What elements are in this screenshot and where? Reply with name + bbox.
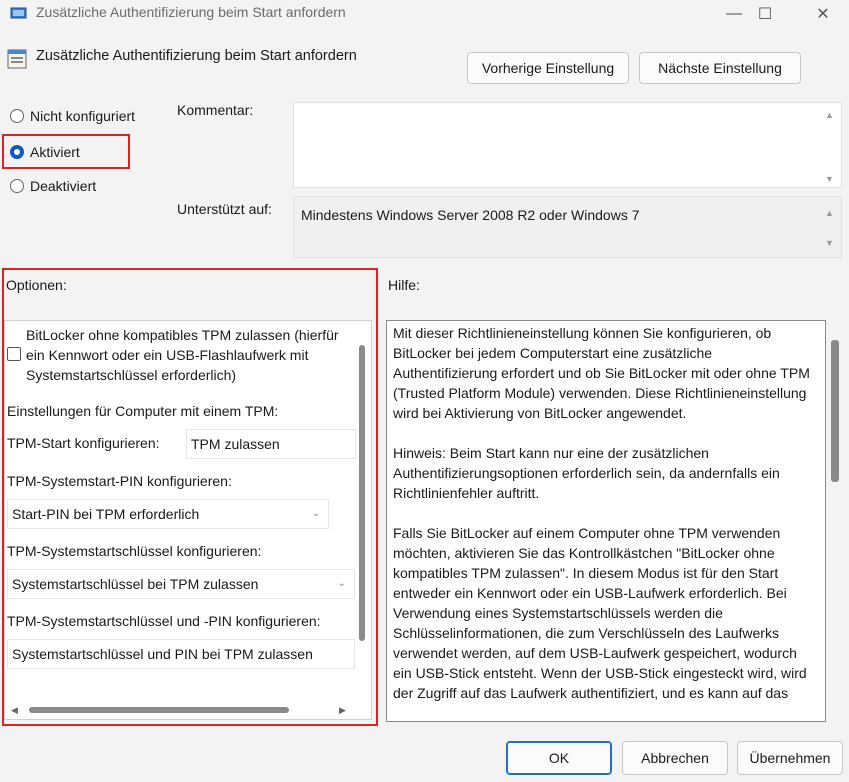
tpm-pin-label: TPM-Systemstart-PIN konfigurieren: <box>7 473 232 489</box>
help-textbox: Mit dieser Richtlinieneinstellung können… <box>386 320 826 722</box>
scroll-up-icon[interactable]: ▲ <box>825 110 834 120</box>
radio-label: Aktiviert <box>30 144 80 160</box>
chevron-down-icon: ⌄ <box>311 508 320 519</box>
help-label: Hilfe: <box>388 277 420 293</box>
help-paragraph: Hinweis: Beim Start kann nur eine der zu… <box>393 445 780 501</box>
scroll-up-icon[interactable]: ▲ <box>825 208 834 218</box>
radio-label: Deaktiviert <box>30 178 97 194</box>
ok-button[interactable]: OK <box>506 741 612 775</box>
checkbox-label-line3: Systemstartschlüssel erforderlich) <box>26 367 237 383</box>
scroll-left-icon[interactable]: ◀ <box>11 705 18 716</box>
radio-circle-icon <box>10 109 24 123</box>
maximize-button[interactable]: ☐ <box>742 0 788 28</box>
options-label: Optionen: <box>6 277 67 293</box>
comment-textarea[interactable] <box>293 102 842 188</box>
policy-window-icon <box>10 7 27 19</box>
tpm-key-label: TPM-Systemstartschlüssel konfigurieren: <box>7 543 262 559</box>
radio-label: Nicht konfiguriert <box>30 108 136 124</box>
close-icon: ✕ <box>816 6 830 23</box>
previous-setting-button[interactable]: Vorherige Einstellung <box>467 52 629 84</box>
tpm-keypin-dropdown[interactable]: Systemstartschlüssel und PIN bei TPM zul… <box>7 639 355 669</box>
help-text: Mit dieser Richtlinieneinstellung können… <box>393 323 813 721</box>
tpm-key-value: Systemstartschlüssel bei TPM zulassen <box>12 576 259 592</box>
options-panel: BitLocker ohne kompatibles TPM zulassen … <box>4 320 372 720</box>
radio-disabled[interactable]: Deaktiviert <box>10 178 96 194</box>
supported-value: Mindestens Windows Server 2008 R2 oder W… <box>301 207 640 223</box>
tpm-pin-dropdown[interactable]: Start-PIN bei TPM erforderlich ⌄ <box>7 499 329 529</box>
radio-enabled[interactable]: Aktiviert <box>10 144 80 160</box>
help-paragraph: Falls Sie BitLocker auf einem Computer o… <box>393 525 807 701</box>
tpm-pin-value: Start-PIN bei TPM erforderlich <box>12 506 200 522</box>
help-paragraph: Mit dieser Richtlinieneinstellung können… <box>393 325 810 421</box>
apply-button[interactable]: Übernehmen <box>737 741 843 775</box>
radio-circle-icon <box>10 179 24 193</box>
options-vertical-scrollbar[interactable] <box>359 345 365 641</box>
options-horizontal-scrollbar[interactable] <box>29 707 289 713</box>
scroll-down-icon[interactable]: ▼ <box>825 238 834 248</box>
supported-box: Mindestens Windows Server 2008 R2 oder W… <box>293 196 842 258</box>
tpm-keypin-value: Systemstartschlüssel und PIN bei TPM zul… <box>12 646 313 662</box>
scroll-down-icon[interactable]: ▼ <box>825 174 834 184</box>
radio-selected-icon <box>10 145 24 159</box>
comment-label: Kommentar: <box>177 102 254 118</box>
maximize-icon: ☐ <box>757 6 773 23</box>
checkbox-label-line2: ein Kennwort oder ein USB-Flashlaufwerk … <box>26 347 309 363</box>
supported-label: Unterstützt auf: <box>177 201 272 217</box>
tpm-key-dropdown[interactable]: Systemstartschlüssel bei TPM zulassen ⌄ <box>7 569 355 599</box>
minimize-icon: — <box>726 5 742 22</box>
cancel-button[interactable]: Abbrechen <box>622 741 728 775</box>
checkbox-label-line1: BitLocker ohne kompatibles TPM zulassen … <box>26 327 339 343</box>
window-title: Zusätzliche Authentifizierung beim Start… <box>36 4 346 20</box>
help-vertical-scrollbar[interactable] <box>831 340 839 482</box>
tpm-start-dropdown[interactable]: TPM zulassen <box>186 429 356 459</box>
scroll-right-icon[interactable]: ▶ <box>339 705 346 716</box>
allow-without-tpm-checkbox[interactable] <box>7 347 21 361</box>
chevron-down-icon: ⌄ <box>337 578 346 589</box>
policy-setting-icon <box>7 49 27 69</box>
tpm-start-label: TPM-Start konfigurieren: <box>7 435 160 451</box>
radio-not-configured[interactable]: Nicht konfiguriert <box>10 108 135 124</box>
policy-title: Zusätzliche Authentifizierung beim Start… <box>36 48 357 64</box>
tpm-heading: Einstellungen für Computer mit einem TPM… <box>7 403 279 419</box>
close-button[interactable]: ✕ <box>800 0 846 28</box>
tpm-start-value: TPM zulassen <box>191 436 280 452</box>
next-setting-button[interactable]: Nächste Einstellung <box>639 52 801 84</box>
tpm-keypin-label: TPM-Systemstartschlüssel und -PIN konfig… <box>7 613 321 629</box>
title-bar: Zusätzliche Authentifizierung beim Start… <box>0 0 849 28</box>
